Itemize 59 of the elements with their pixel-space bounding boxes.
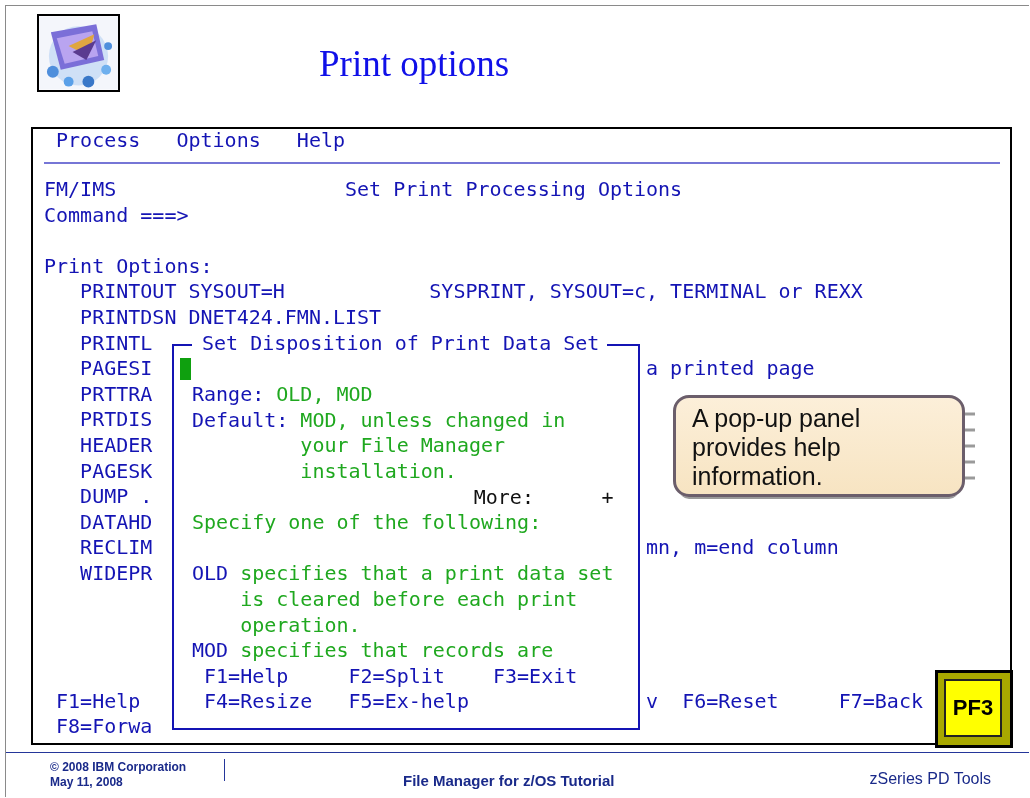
choice-code: MOD: [192, 638, 230, 664]
default-text: MOD, unless changed in: [300, 407, 566, 434]
option-name: DUMP .: [80, 484, 153, 510]
text-cursor: [180, 358, 191, 381]
choice-text: operation.: [240, 612, 361, 639]
option-name: PRINTOUT: [80, 279, 177, 305]
more-label: More:: [473, 484, 534, 511]
menu-item[interactable]: Help: [296, 129, 345, 151]
tick-marks-icon: [965, 411, 975, 481]
default-label: Default:: [192, 407, 290, 434]
option-name: PRTDIS: [80, 407, 153, 433]
choice-text: specifies that records are: [240, 638, 554, 664]
range-value: OLD, MOD: [276, 382, 373, 408]
panel-title: Set Print Processing Options: [345, 177, 683, 203]
option-name: HEADER: [80, 432, 153, 459]
option-name: PRINTDSN: [80, 304, 177, 331]
function-key-label: v: [646, 688, 659, 715]
default-text: your File Manager: [300, 433, 506, 459]
footer-title: File Manager for z/OS Tutorial: [403, 771, 615, 789]
choice-text: is cleared before each print: [240, 586, 578, 613]
function-key-label: F6=Reset: [682, 688, 779, 715]
copyright-text: © 2008 IBM Corporation: [50, 760, 188, 775]
function-key-label: F7=Back: [838, 688, 923, 715]
default-text: installation.: [300, 458, 457, 485]
command-prompt: Command ===>: [44, 202, 189, 229]
option-note: SYSPRINT, SYSOUT=c, TERMINAL or REXX: [429, 279, 863, 305]
key-label: PF3: [944, 679, 1002, 737]
section-heading: Print Options:: [44, 253, 213, 280]
menu-item[interactable]: Options: [176, 129, 261, 151]
slide-title: Print options: [319, 42, 510, 85]
option-name: PAGESI: [80, 356, 153, 382]
popup-title: Set Disposition of Print Data Set: [202, 331, 600, 357]
option-note: mn, m=end column: [646, 535, 839, 561]
range-label: Range:: [192, 382, 265, 408]
option-note: a printed page: [646, 356, 815, 382]
option-value: DNET424.FMN.LIST: [188, 304, 382, 329]
product-name: FM/IMS: [44, 177, 117, 203]
option-name: PRINTL: [80, 330, 153, 357]
option-value: SYSOUT=H: [188, 279, 285, 304]
function-key-label: F8=Forwa: [56, 714, 153, 741]
prompt-text: Specify one of the following:: [192, 510, 542, 536]
function-key-label: F3=Exit: [493, 663, 579, 690]
option-name: WIDEPR: [80, 560, 153, 587]
footer-product: zSeries PD Tools: [869, 770, 991, 788]
menu-item[interactable]: Process: [56, 129, 141, 151]
option-name: PAGESK: [80, 458, 153, 485]
function-key-label: F1=Help: [56, 688, 141, 715]
option-name: PRTTRA: [80, 381, 153, 408]
function-key-label: F4=Resize: [204, 689, 314, 715]
function-key-label: F2=Split: [348, 663, 446, 690]
callout-text: A pop-up panel provides help information.: [692, 404, 862, 491]
more-sign: +: [601, 484, 614, 511]
choice-code: OLD: [192, 561, 230, 587]
choice-text: specifies that a print data set: [240, 561, 614, 587]
date-text: May 11, 2008: [50, 775, 124, 790]
function-key-label: F1=Help: [204, 663, 290, 690]
option-name: DATAHD: [80, 509, 153, 536]
option-name: RECLIM: [80, 535, 153, 561]
function-key-label: F5=Ex-help: [348, 689, 470, 715]
